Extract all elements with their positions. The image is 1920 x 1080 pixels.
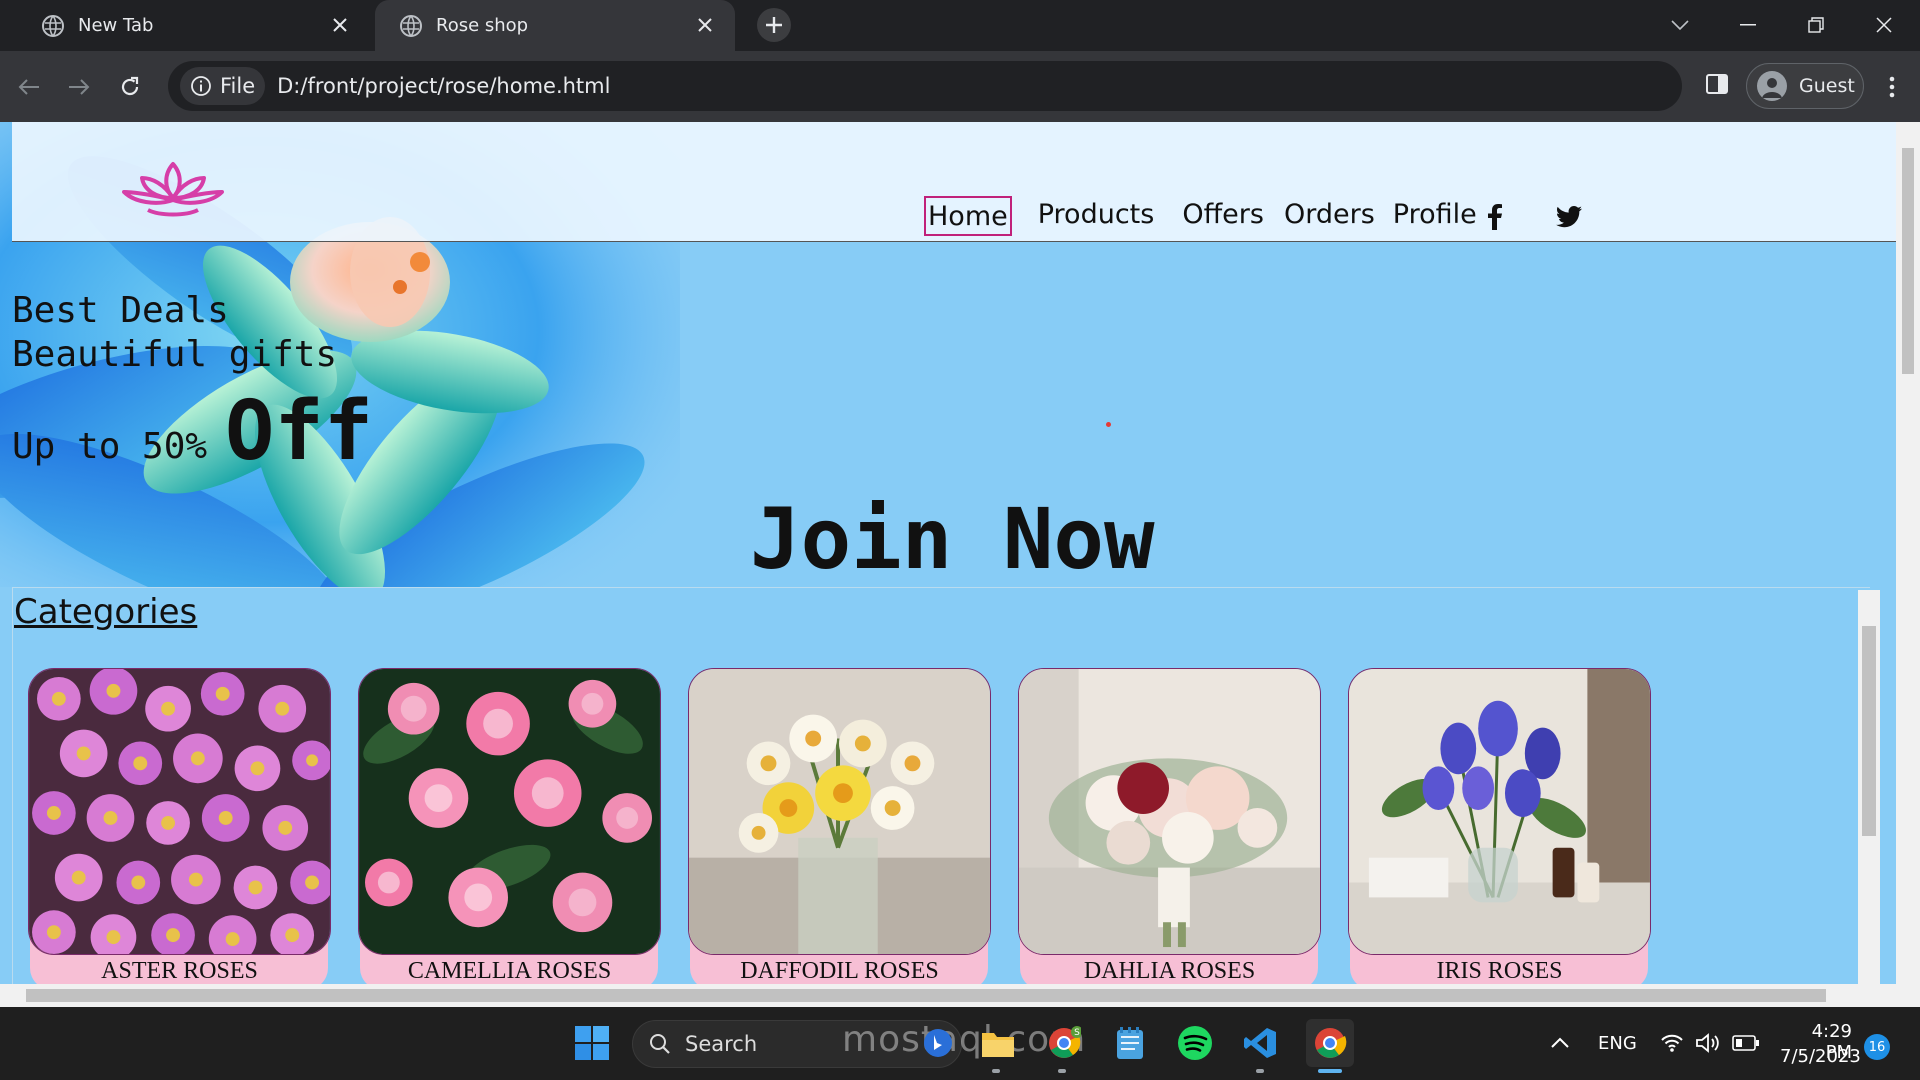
- daffodil-flowers-image: [688, 668, 991, 955]
- vscode-icon[interactable]: [1240, 1023, 1280, 1063]
- page-horizontal-scrollbar[interactable]: [0, 984, 1896, 1007]
- scrollbar-thumb[interactable]: [1862, 626, 1876, 836]
- windows-start-icon[interactable]: [572, 1023, 612, 1063]
- language-indicator[interactable]: ENG: [1598, 1033, 1637, 1054]
- window-close-button[interactable]: [1864, 10, 1904, 40]
- join-now-button[interactable]: Join Now: [750, 490, 1155, 588]
- lotus-logo[interactable]: [120, 158, 226, 218]
- nav-home[interactable]: Home: [924, 196, 1012, 236]
- address-bar[interactable]: File D:/front/project/rose/home.html: [168, 61, 1682, 111]
- main-nav: Home Products Offers Orders Profile: [924, 196, 1503, 236]
- close-icon[interactable]: [693, 13, 717, 37]
- spotify-icon[interactable]: [1175, 1023, 1215, 1063]
- active-indicator: [1318, 1069, 1342, 1073]
- battery-icon[interactable]: [1726, 1023, 1766, 1063]
- tab-new-tab[interactable]: New Tab: [30, 0, 370, 51]
- wifi-icon[interactable]: [1652, 1023, 1692, 1063]
- chrome-profile-icon[interactable]: S: [1044, 1023, 1084, 1063]
- notepad-icon[interactable]: [1110, 1023, 1150, 1063]
- close-icon[interactable]: [328, 13, 352, 37]
- side-panel-button[interactable]: [1706, 73, 1728, 99]
- nav-orders[interactable]: Orders: [1282, 196, 1377, 236]
- category-label: DAHLIA ROSES: [1083, 958, 1256, 984]
- category-label: CAMELLIA ROSES: [407, 958, 612, 984]
- more-vert-icon: [1889, 76, 1895, 98]
- chrome-icon[interactable]: [1306, 1019, 1354, 1067]
- aster-flowers-image: [28, 668, 331, 955]
- site-header: Home Products Offers Orders Profile: [12, 122, 1896, 242]
- category-label: IRIS ROSES: [1436, 958, 1563, 984]
- category-label: ASTER ROSES: [101, 958, 258, 984]
- camellia-flowers-image: [358, 668, 661, 955]
- category-label: DAFFODIL ROSES: [740, 958, 939, 984]
- running-indicator: [1058, 1069, 1066, 1073]
- page-viewport: Home Products Offers Orders Profile Best…: [0, 122, 1920, 1007]
- url-text[interactable]: D:/front/project/rose/home.html: [277, 74, 610, 98]
- facebook-icon[interactable]: [1480, 202, 1510, 232]
- new-tab-button[interactable]: [757, 8, 791, 42]
- tab-title: New Tab: [78, 15, 154, 36]
- back-button[interactable]: [12, 70, 46, 104]
- page-vertical-scrollbar[interactable]: [1896, 122, 1920, 1007]
- globe-icon: [42, 14, 64, 37]
- twitter-icon[interactable]: [1554, 202, 1584, 232]
- notification-badge[interactable]: 16: [1864, 1034, 1890, 1060]
- restore-icon: [1808, 17, 1824, 33]
- running-indicator: [1256, 1069, 1264, 1073]
- categories-scrollbar[interactable]: [1858, 590, 1880, 984]
- nav-profile[interactable]: Profile: [1391, 196, 1479, 236]
- tab-rose-shop[interactable]: Rose shop: [375, 0, 735, 51]
- search-placeholder: Search: [685, 1032, 758, 1056]
- bing-icon[interactable]: [918, 1023, 958, 1063]
- categories-title: Categories: [14, 592, 198, 632]
- volume-icon[interactable]: [1688, 1023, 1728, 1063]
- profile-button[interactable]: Guest: [1746, 63, 1864, 109]
- site-info-chip[interactable]: File: [180, 67, 266, 105]
- nav-products[interactable]: Products: [1036, 196, 1157, 236]
- chrome-profile-badge: S: [1074, 1028, 1080, 1038]
- arrow-right-icon: [69, 79, 90, 95]
- tab-strip: New Tab Rose shop: [0, 0, 1920, 51]
- minimize-button[interactable]: [1728, 10, 1768, 40]
- tab-search-button[interactable]: [1660, 10, 1700, 40]
- scrollbar-thumb[interactable]: [26, 989, 1826, 1002]
- plus-icon: [766, 17, 782, 33]
- dahlia-bouquet-image: [1018, 668, 1321, 955]
- arrow-left-icon: [18, 79, 39, 95]
- search-icon: [650, 1034, 670, 1054]
- hero-headline: Best Deals: [12, 290, 229, 331]
- reload-icon: [121, 76, 139, 96]
- chevron-up-icon[interactable]: [1540, 1023, 1580, 1063]
- site-info-label: File: [220, 74, 256, 98]
- file-explorer-icon[interactable]: [978, 1023, 1018, 1063]
- globe-icon: [400, 14, 422, 37]
- avatar-icon: [1757, 71, 1787, 101]
- profile-label: Guest: [1799, 75, 1855, 97]
- forward-button[interactable]: [62, 70, 96, 104]
- running-indicator: [992, 1069, 1000, 1073]
- clock-date[interactable]: 7/5/2023: [1780, 1046, 1861, 1067]
- reload-button[interactable]: [113, 70, 147, 104]
- tab-title: Rose shop: [436, 15, 529, 36]
- scrollbar-thumb[interactable]: [1902, 148, 1914, 374]
- iris-flowers-image: [1348, 668, 1651, 955]
- hero-discount: Up to 50%: [12, 426, 208, 467]
- side-panel-icon: [1706, 74, 1728, 94]
- taskbar: Search mostaql.com S ENG 4:29 PM 7/5/202…: [0, 1007, 1920, 1080]
- decorative-dot: [1106, 422, 1111, 427]
- info-icon: [191, 76, 211, 96]
- restore-button[interactable]: [1796, 10, 1836, 40]
- nav-offers[interactable]: Offers: [1180, 196, 1266, 236]
- minimize-icon: [1740, 24, 1756, 26]
- hero-subheadline: Beautiful gifts: [12, 334, 338, 375]
- chevron-down-icon: [1671, 20, 1689, 31]
- browser-toolbar: File D:/front/project/rose/home.html Gue…: [0, 51, 1920, 122]
- menu-button[interactable]: [1884, 73, 1900, 101]
- close-icon: [1876, 17, 1892, 33]
- hero-off-text: Off: [225, 384, 374, 479]
